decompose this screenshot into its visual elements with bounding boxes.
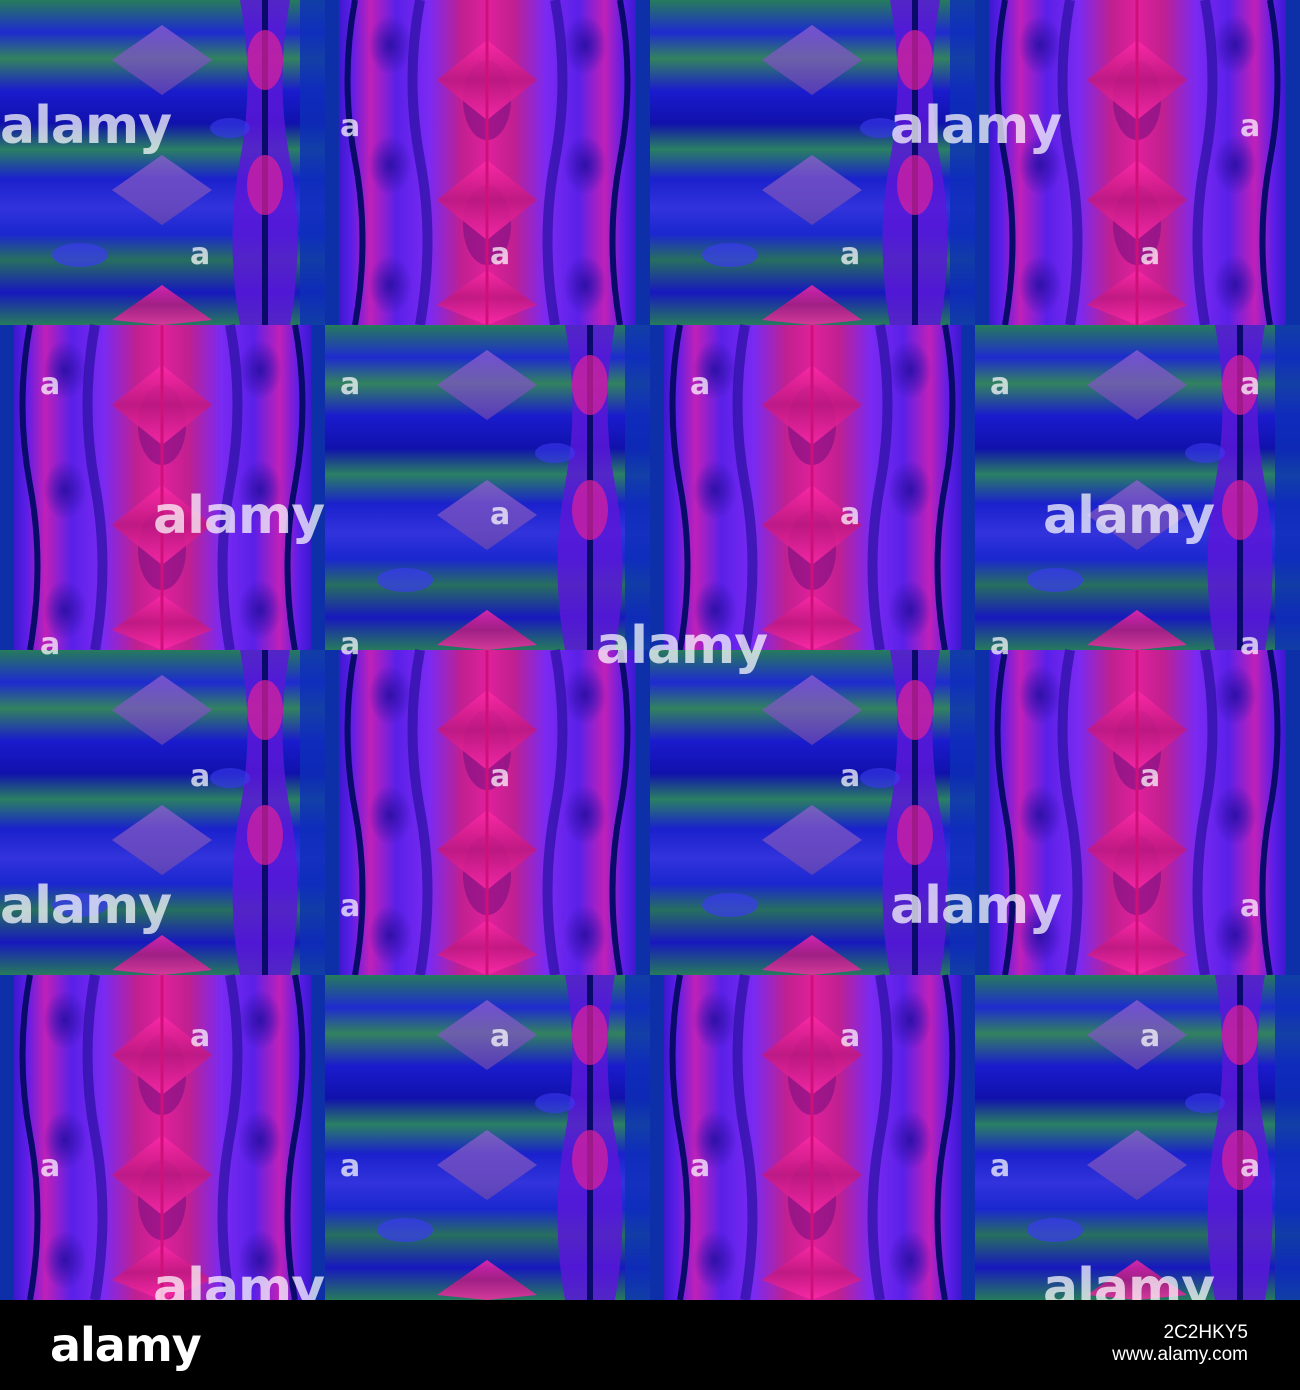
watermark-mark: a [990, 367, 1011, 402]
watermark-mark: a [340, 109, 361, 144]
footer-image-info: 2C2HKY5 www.alamy.com [1112, 1322, 1248, 1366]
watermark-mark: a [690, 367, 711, 402]
watermark-mark: a [1240, 889, 1261, 924]
footer-logo: alamy [50, 1318, 202, 1372]
watermark-mark: a [190, 237, 211, 272]
watermark-mark: a [1140, 759, 1161, 794]
watermark-logo: alamy [596, 616, 768, 676]
watermark-mark: a [690, 1149, 711, 1184]
watermark-logo: alamy [0, 96, 172, 156]
watermark-logo: alamy [0, 876, 172, 936]
watermark-mark: a [490, 759, 511, 794]
watermark-mark: a [40, 1149, 61, 1184]
watermark-logo: alamy [890, 876, 1062, 936]
watermark-mark: a [340, 1149, 361, 1184]
watermark-mark: a [340, 367, 361, 402]
watermark-mark: a [40, 367, 61, 402]
watermark-logo: alamy [153, 486, 325, 546]
watermark-logo: alamy [1043, 1258, 1215, 1300]
watermark-mark: a [1140, 1019, 1161, 1054]
watermark-mark: a [340, 889, 361, 924]
site-url: www.alamy.com [1112, 1343, 1248, 1365]
watermark-mark: a [840, 1019, 861, 1054]
watermark-mark: a [990, 627, 1011, 662]
footer-bar: alamy 2C2HKY5 www.alamy.com [0, 1300, 1300, 1390]
watermark-mark: a [1240, 627, 1261, 662]
watermark-mark: a [1240, 367, 1261, 402]
watermark-mark: a [1140, 237, 1161, 272]
kaleidoscope-pattern-image: alamy alamy alamy alamy alamy alamy alam… [0, 0, 1300, 1300]
watermark-mark: a [40, 627, 61, 662]
watermark-logo: alamy [1043, 486, 1215, 546]
watermark-logo: alamy [890, 96, 1062, 156]
watermark-mark: a [190, 759, 211, 794]
watermark-mark: a [1240, 109, 1261, 144]
watermark-mark: a [1240, 1149, 1261, 1184]
image-id: 2C2HKY5 [1163, 1322, 1249, 1343]
watermark-mark: a [840, 497, 861, 532]
watermark-mark: a [840, 237, 861, 272]
watermark-mark: a [990, 1149, 1011, 1184]
watermark-mark: a [490, 497, 511, 532]
watermark-mark: a [340, 627, 361, 662]
watermark-mark: a [490, 237, 511, 272]
watermark-mark: a [490, 1019, 511, 1054]
watermark-mark: a [840, 759, 861, 794]
watermark-logo: alamy [153, 1258, 325, 1300]
watermark-mark: a [190, 1019, 211, 1054]
